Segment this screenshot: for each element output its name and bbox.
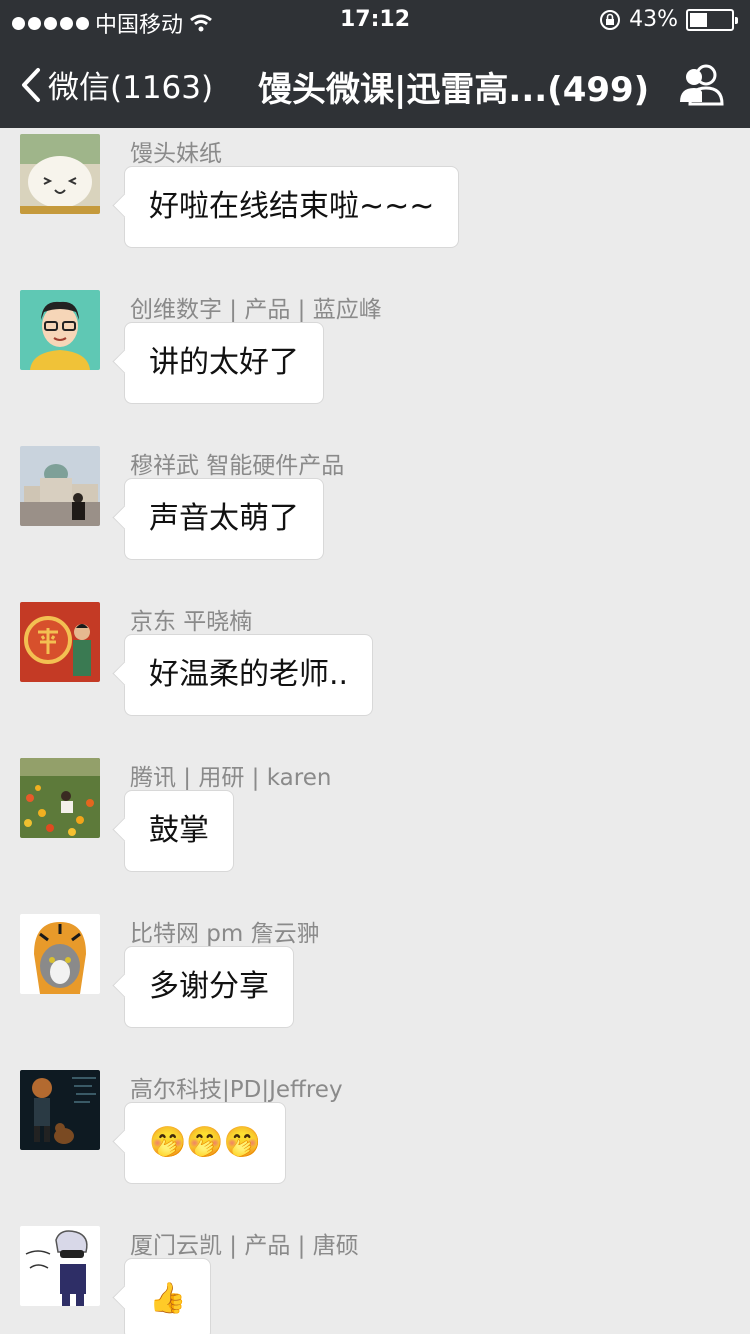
back-label: 微信(1163) [48, 70, 214, 106]
battery-icon [686, 8, 738, 31]
thumbs-up-emoji-icon: 👍 [149, 1281, 187, 1316]
sender-name: 高尔科技|PD|Jeffrey [130, 1077, 343, 1103]
message-item: 创维数字 | 产品 | 蓝应峰 讲的太好了 [0, 284, 750, 440]
navigation-bar: 微信(1163) 馒头微课|迅雷高...(499) [0, 40, 750, 128]
hugging-face-emoji-icon: 🤭🤭🤭 [149, 1125, 262, 1160]
message-item: 馒头妹纸 好啦在线结束啦~~~ [0, 128, 750, 284]
avatar[interactable] [20, 446, 100, 526]
battery-percent: 43% [629, 7, 678, 32]
sketch-boy-avatar-image [20, 1226, 100, 1306]
sender-name: 比特网 pm 詹云翀 [130, 921, 320, 947]
message-bubble[interactable]: 多谢分享 [124, 946, 294, 1028]
sender-name: 馒头妹纸 [130, 141, 222, 167]
message-item: 比特网 pm 詹云翀 多谢分享 [0, 908, 750, 1064]
message-item: 穆祥武 智能硬件产品 声音太萌了 [0, 440, 750, 596]
chevron-left-icon [22, 67, 40, 102]
avatar[interactable] [20, 1226, 100, 1306]
message-text: 好啦在线结束啦~~~ [149, 189, 435, 224]
avatar[interactable] [20, 602, 100, 682]
avatar[interactable] [20, 290, 100, 370]
group-members-icon[interactable] [678, 62, 724, 108]
message-text: 多谢分享 [149, 969, 269, 1004]
message-bubble[interactable]: 声音太萌了 [124, 478, 324, 560]
message-text: 好温柔的老师.. [149, 657, 349, 692]
message-text: 鼓掌 [149, 813, 209, 848]
flower-field-avatar-image [20, 758, 100, 838]
cat-avatar-image [20, 914, 100, 994]
status-right: 43% [599, 7, 738, 32]
message-item: 京东 平晓楠 好温柔的老师.. [0, 596, 750, 752]
cartoon-man-avatar-image [20, 290, 100, 370]
message-item: 腾讯 | 用研 | karen 鼓掌 [0, 752, 750, 908]
sender-name: 厦门云凯 | 产品 | 唐硕 [130, 1233, 359, 1259]
message-bubble[interactable]: 好温柔的老师.. [124, 634, 374, 716]
message-text: 声音太萌了 [149, 501, 299, 536]
message-item: 高尔科技|PD|Jeffrey 🤭🤭🤭 [0, 1064, 750, 1220]
message-item: 厦门云凯 | 产品 | 唐硕 👍 [0, 1220, 750, 1334]
message-bubble[interactable]: 讲的太好了 [124, 322, 324, 404]
message-text: 讲的太好了 [149, 345, 299, 380]
message-bubble[interactable]: 👍 [124, 1258, 212, 1334]
chat-message-list[interactable]: 馒头妹纸 好啦在线结束啦~~~ 创维数字 | 产品 | 蓝应峰 讲的太好了 穆祥… [0, 128, 750, 1334]
building-photo-avatar-image [20, 446, 100, 526]
sender-name: 穆祥武 智能硬件产品 [130, 453, 345, 479]
chat-title: 馒头微课|迅雷高...(499) [258, 70, 650, 110]
message-bubble[interactable]: 🤭🤭🤭 [124, 1102, 287, 1184]
red-sign-avatar-image [20, 602, 100, 682]
message-bubble[interactable]: 好啦在线结束啦~~~ [124, 166, 460, 248]
boy-teddy-avatar-image [20, 1070, 100, 1150]
avatar[interactable] [20, 134, 100, 214]
message-bubble[interactable]: 鼓掌 [124, 790, 234, 872]
sender-name: 腾讯 | 用研 | karen [130, 765, 332, 791]
back-button[interactable]: 微信(1163) [20, 62, 213, 107]
bun-mascot-avatar-image [20, 134, 100, 214]
sender-name: 创维数字 | 产品 | 蓝应峰 [130, 297, 382, 323]
avatar[interactable] [20, 914, 100, 994]
avatar[interactable] [20, 758, 100, 838]
sender-name: 京东 平晓楠 [130, 609, 253, 635]
rotation-lock-icon [600, 9, 621, 30]
status-bar: 中国移动 17:12 43% [0, 0, 750, 40]
avatar[interactable] [20, 1070, 100, 1150]
top-bar: 中国移动 17:12 43% 微信(1163) 馒头微课|迅雷高...(499) [0, 0, 750, 128]
